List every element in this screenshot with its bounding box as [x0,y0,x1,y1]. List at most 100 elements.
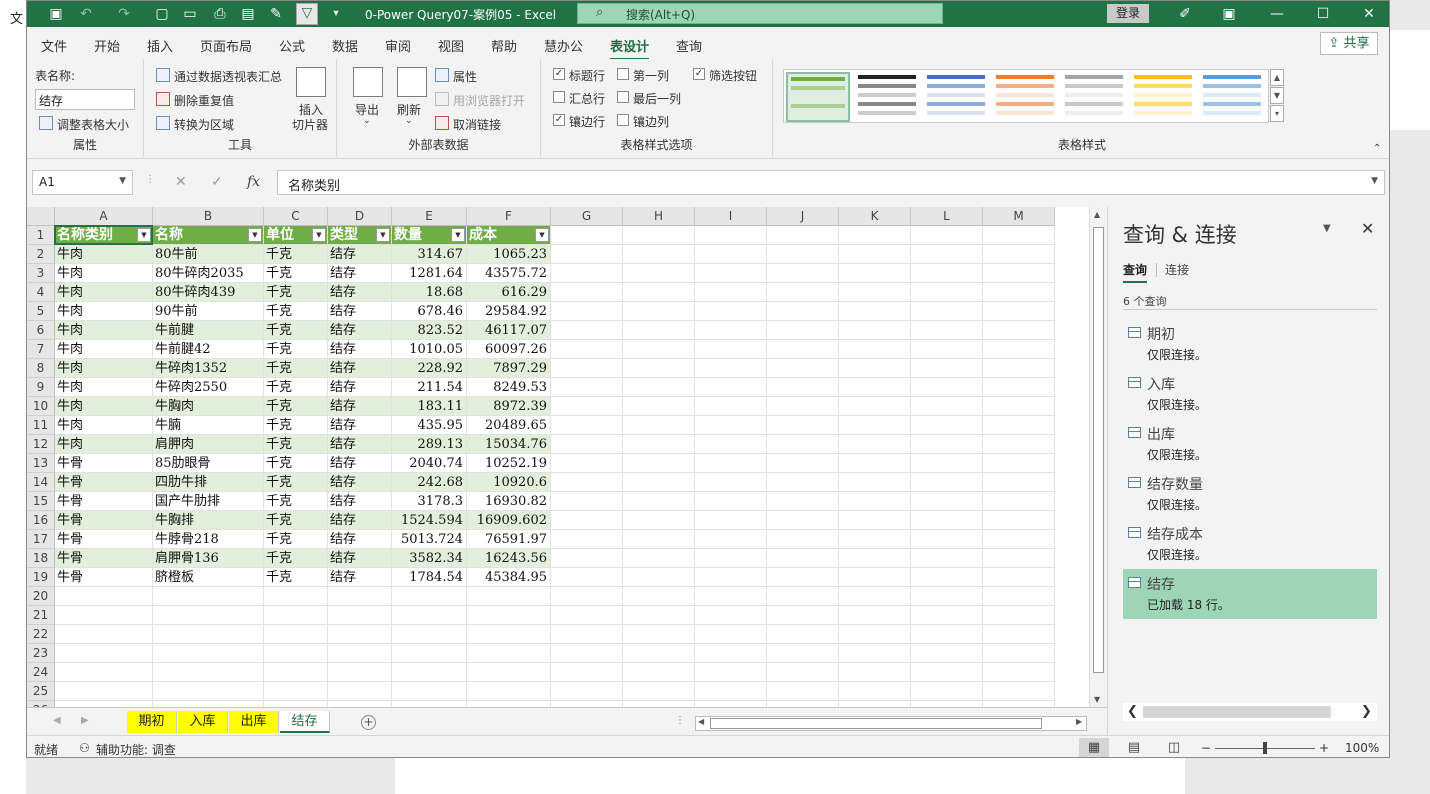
row-header[interactable]: 18 [27,549,55,568]
empty-cell[interactable] [839,226,911,245]
table-cell[interactable]: 3178.3 [392,492,467,511]
table-cell[interactable]: 千克 [264,340,328,359]
table-cell[interactable]: 7897.29 [467,359,551,378]
empty-cell[interactable] [551,492,623,511]
empty-cell[interactable] [623,302,695,321]
empty-cell[interactable] [695,625,767,644]
refresh-icon[interactable] [397,67,427,97]
empty-cell[interactable] [695,530,767,549]
empty-cell[interactable] [983,587,1055,606]
empty-cell[interactable] [983,302,1055,321]
table-cell[interactable]: 牛肉 [55,264,153,283]
empty-cell[interactable] [983,644,1055,663]
row-header[interactable]: 16 [27,511,55,530]
table-header-cell[interactable]: 类型 ▼ [328,226,392,245]
zoom-level[interactable]: 100% [1345,741,1379,755]
empty-cell[interactable] [983,511,1055,530]
table-style-gray[interactable] [1062,72,1126,122]
empty-cell[interactable] [911,587,983,606]
properties-button[interactable]: 属性 [453,68,477,85]
empty-cell[interactable] [767,625,839,644]
table-cell[interactable]: 10252.19 [467,454,551,473]
empty-cell[interactable] [695,378,767,397]
empty-cell[interactable] [983,397,1055,416]
table-cell[interactable]: 牛骨 [55,568,153,587]
table-header-cell[interactable]: 成本 ▼ [467,226,551,245]
empty-cell[interactable] [839,283,911,302]
filter-dropdown-icon[interactable]: ▼ [248,228,262,242]
table-cell[interactable]: 肩胛骨136 [153,549,264,568]
empty-cell[interactable] [623,473,695,492]
empty-cell[interactable] [467,625,551,644]
table-cell[interactable]: 牛碎肉1352 [153,359,264,378]
row-header[interactable]: 1 [27,226,55,245]
empty-cell[interactable] [911,492,983,511]
table-style-black[interactable] [855,72,919,122]
empty-cell[interactable] [911,264,983,283]
row-header[interactable]: 12 [27,435,55,454]
collapse-ribbon-icon[interactable]: ⌃ [1373,143,1381,154]
table-cell[interactable]: 85肋眼骨 [153,454,264,473]
empty-cell[interactable] [983,226,1055,245]
empty-cell[interactable] [551,530,623,549]
empty-cell[interactable] [767,644,839,663]
tab-page-layout[interactable]: 页面布局 [200,36,252,55]
query-item[interactable]: 期初 仅限连接。 [1123,319,1377,369]
table-cell[interactable]: 1281.64 [392,264,467,283]
zoom-out-icon[interactable]: − [1201,741,1211,755]
empty-cell[interactable] [623,359,695,378]
filter-dropdown-icon[interactable]: ▼ [312,228,326,242]
table-cell[interactable]: 616.29 [467,283,551,302]
table-cell[interactable]: 80牛碎肉439 [153,283,264,302]
table-cell[interactable]: 千克 [264,568,328,587]
table-cell[interactable]: 3582.34 [392,549,467,568]
edit-icon[interactable]: ✎ [267,5,285,23]
query-item[interactable]: 结存数量 仅限连接。 [1123,469,1377,519]
empty-cell[interactable] [767,302,839,321]
empty-cell[interactable] [264,663,328,682]
table-name-input[interactable]: 结存 [35,89,135,110]
row-header[interactable]: 4 [27,283,55,302]
export-icon[interactable] [353,67,383,97]
table-cell[interactable]: 千克 [264,416,328,435]
empty-cell[interactable] [467,682,551,701]
filter-dropdown-icon[interactable]: ▼ [376,228,390,242]
empty-cell[interactable] [153,663,264,682]
table-cell[interactable]: 10920.6 [467,473,551,492]
pane-horizontal-scrollbar[interactable]: ❮ ❯ [1123,703,1377,721]
empty-cell[interactable] [551,302,623,321]
table-cell[interactable]: 16243.56 [467,549,551,568]
table-cell[interactable]: 16909.602 [467,511,551,530]
empty-cell[interactable] [392,587,467,606]
empty-cell[interactable] [767,340,839,359]
empty-cell[interactable] [551,606,623,625]
table-cell[interactable]: 8972.39 [467,397,551,416]
empty-cell[interactable] [551,264,623,283]
empty-cell[interactable] [911,359,983,378]
empty-cell[interactable] [839,473,911,492]
table-cell[interactable]: 1784.54 [392,568,467,587]
tab-review[interactable]: 审阅 [385,36,411,55]
empty-cell[interactable] [551,549,623,568]
table-cell[interactable]: 结存 [328,473,392,492]
empty-cell[interactable] [911,245,983,264]
empty-cell[interactable] [767,568,839,587]
empty-cell[interactable] [551,568,623,587]
ribbon-display-icon[interactable]: ▣ [1217,4,1241,24]
row-header[interactable]: 6 [27,321,55,340]
empty-cell[interactable] [695,511,767,530]
header-row-checkbox[interactable]: ✓ [553,68,565,80]
formula-input[interactable]: 名称类别 ▼ [277,170,1385,195]
empty-cell[interactable] [623,283,695,302]
empty-cell[interactable] [264,682,328,701]
row-header[interactable]: 14 [27,473,55,492]
empty-cell[interactable] [983,245,1055,264]
query-item[interactable]: 结存 已加载 18 行。 [1123,569,1377,619]
empty-cell[interactable] [551,245,623,264]
row-header[interactable]: 5 [27,302,55,321]
row-header[interactable]: 20 [27,587,55,606]
customize-qat-icon[interactable]: ▾ [327,5,345,23]
empty-cell[interactable] [695,682,767,701]
banded-rows-checkbox[interactable]: ✓ [553,114,565,126]
empty-cell[interactable] [551,321,623,340]
